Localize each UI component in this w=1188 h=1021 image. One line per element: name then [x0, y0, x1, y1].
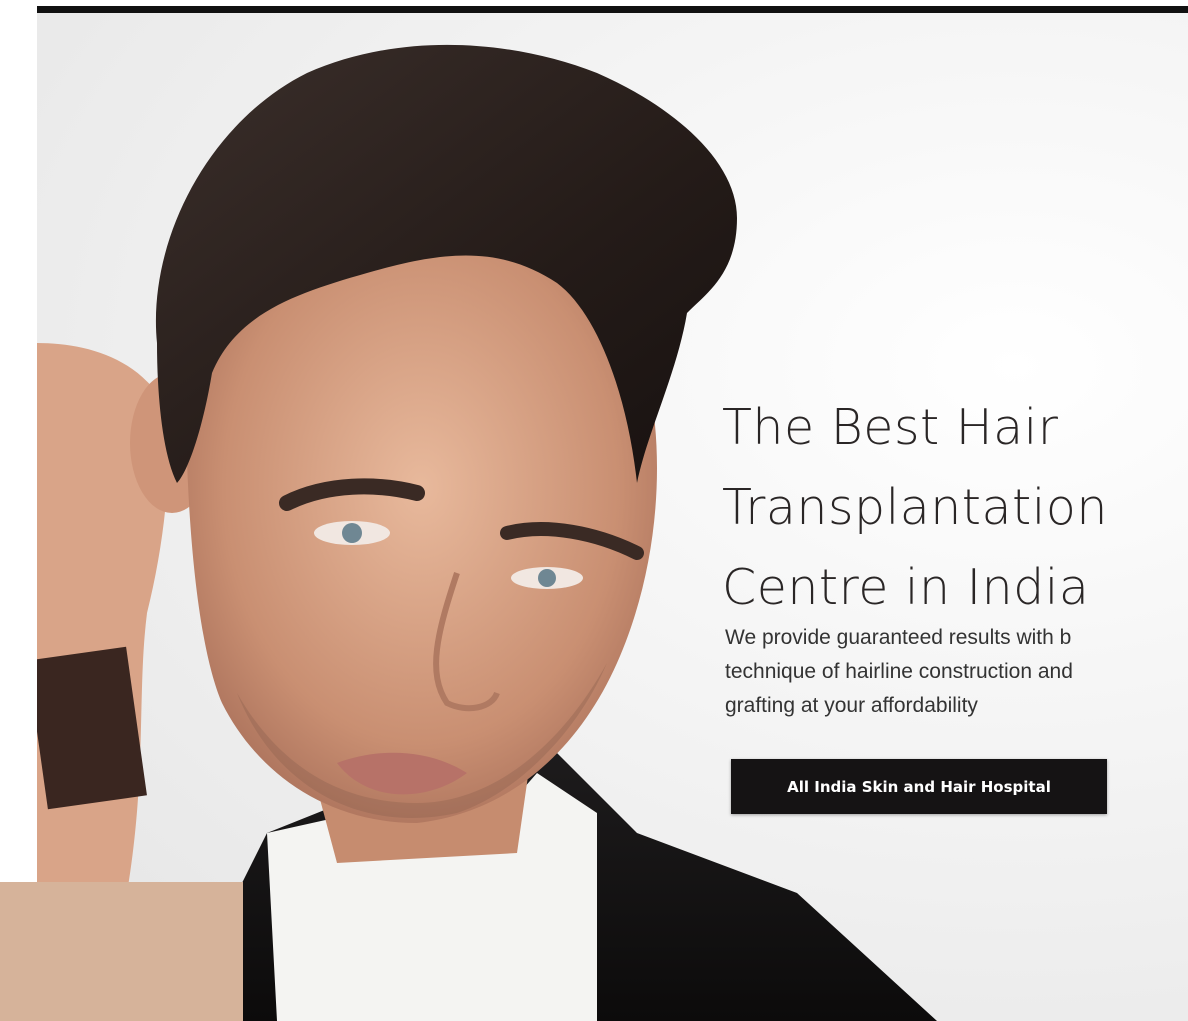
accent-color-block: [0, 882, 243, 1021]
headline-line-1: The Best Hair: [722, 399, 1059, 456]
description-line-2: technique of hairline construction and: [725, 660, 1073, 683]
hospital-cta-button[interactable]: All India Skin and Hair Hospital: [731, 759, 1107, 814]
top-border-bar: [37, 6, 1188, 13]
hero-banner: The Best Hair Transplantation Centre in …: [0, 0, 1188, 1021]
hero-headline: The Best Hair Transplantation Centre in …: [722, 388, 1182, 628]
headline-line-3: Centre in India: [722, 559, 1090, 616]
description-line-1: We provide guaranteed results with b: [725, 626, 1072, 649]
description-line-3: grafting at your affordability: [725, 694, 978, 717]
headline-line-2: Transplantation: [722, 479, 1108, 536]
hero-description: We provide guaranteed results with b tec…: [725, 621, 1188, 723]
